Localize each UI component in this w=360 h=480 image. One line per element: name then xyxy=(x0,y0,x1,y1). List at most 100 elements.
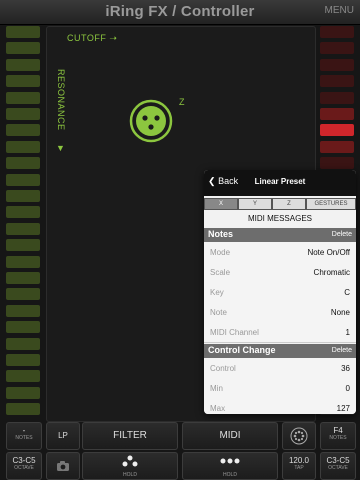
hold-left-label: HOLD xyxy=(123,472,137,478)
meter-segment xyxy=(320,140,354,153)
tab-y[interactable]: Y xyxy=(238,198,272,210)
tap-tempo-button[interactable]: 120.0 TAP xyxy=(282,452,316,480)
three-dots-icon xyxy=(220,458,240,464)
meter-segment xyxy=(6,222,40,235)
tap-value: 120.0 xyxy=(288,456,310,465)
lp-label: LP xyxy=(58,431,68,440)
row-key[interactable]: Key C xyxy=(204,282,356,303)
notes-left-label: NOTES xyxy=(15,435,33,441)
row-label: Control xyxy=(210,364,236,373)
camera-icon xyxy=(57,461,69,471)
row-value: 36 xyxy=(341,364,350,373)
meter-segment xyxy=(320,124,354,137)
popover-nav-bar: ❮ Back Linear Preset xyxy=(204,170,356,196)
notes-right-button[interactable]: F4 NOTES xyxy=(320,422,356,450)
triangle-dots-icon xyxy=(122,455,138,467)
row-value: 1 xyxy=(345,328,350,337)
hold-left-button[interactable]: HOLD xyxy=(82,452,178,480)
row-label: Mode xyxy=(210,248,231,257)
row-max[interactable]: Max 127 xyxy=(204,398,356,414)
z-label: Z xyxy=(179,97,185,107)
row-note[interactable]: Note None xyxy=(204,302,356,323)
control-change-section-title: Control Change xyxy=(208,345,276,355)
meter-segment xyxy=(320,42,354,55)
control-change-delete-button[interactable]: Delete xyxy=(332,347,352,354)
midi-messages-header: MIDI MESSAGES xyxy=(247,214,312,223)
meter-segment xyxy=(6,337,40,350)
octave-right-label: OCTAVE xyxy=(328,465,348,471)
midi-label: MIDI xyxy=(219,430,241,441)
tab-gestures[interactable]: GESTURES xyxy=(306,198,356,210)
lp-button[interactable]: LP xyxy=(46,422,80,450)
row-value: Chromatic xyxy=(313,268,350,277)
row-min[interactable]: Min 0 xyxy=(204,378,356,399)
meter-segment xyxy=(320,58,354,71)
meter-segment xyxy=(6,140,40,153)
row-value: Note On/Off xyxy=(307,248,350,257)
camera-button[interactable] xyxy=(46,452,80,480)
octave-left-value: C3-C5 xyxy=(12,456,36,465)
meter-segment xyxy=(6,108,40,120)
hold-right-button[interactable]: HOLD xyxy=(182,452,278,480)
row-value: 0 xyxy=(345,384,350,393)
preset-popover: ❮ Back Linear Preset X Y Z GESTURES MIDI… xyxy=(204,170,356,414)
meter-segment xyxy=(6,354,40,366)
arrow-right-icon: ➝ xyxy=(109,33,118,43)
octave-right-button[interactable]: C3-C5 OCTAVE xyxy=(320,452,356,480)
row-value: 127 xyxy=(336,404,350,413)
meter-segment xyxy=(6,173,40,186)
meter-segment xyxy=(320,26,354,38)
axis-tab-bar: X Y Z GESTURES xyxy=(204,198,356,210)
tab-x[interactable]: X xyxy=(204,198,238,210)
octave-left-label: OCTAVE xyxy=(14,465,34,471)
tab-z[interactable]: Z xyxy=(272,198,306,210)
control-change-section-header: Control Change Delete xyxy=(204,344,356,358)
row-midi-channel[interactable]: MIDI Channel 1 xyxy=(204,322,356,343)
x-axis-label-text: CUTOFF xyxy=(67,33,107,43)
meter-segment xyxy=(6,272,40,284)
row-scale[interactable]: Scale Chromatic xyxy=(204,262,356,283)
midi-button[interactable]: MIDI xyxy=(182,422,278,450)
notes-section-header: Notes Delete xyxy=(204,228,356,242)
row-control[interactable]: Control 36 xyxy=(204,358,356,379)
row-label: Scale xyxy=(210,268,231,277)
meter-segment xyxy=(6,288,40,301)
meter-segment xyxy=(6,403,40,416)
notes-section-title: Notes xyxy=(208,229,234,239)
meter-segment xyxy=(6,386,40,399)
top-bar: iRing FX / Controller MENU xyxy=(0,0,360,25)
meter-segment xyxy=(6,255,40,268)
row-value: None xyxy=(330,308,350,317)
meter-segment xyxy=(320,75,354,88)
row-label: Max xyxy=(210,404,226,413)
row-mode[interactable]: Mode Note On/Off xyxy=(204,242,356,263)
notes-right-value: F4 xyxy=(333,426,343,435)
meter-segment xyxy=(6,370,40,383)
notes-left-value: - xyxy=(22,426,26,435)
cursor-style-button[interactable] xyxy=(282,422,316,450)
meter-segment xyxy=(6,124,40,137)
meter-segment xyxy=(6,206,40,219)
meter-segment xyxy=(320,108,354,120)
meter-segment xyxy=(6,304,40,317)
hold-right-label: HOLD xyxy=(223,472,237,478)
bottom-control-bar: - NOTES LP FILTER MIDI F4 NOTES C3-C5 OC… xyxy=(0,422,360,480)
meter-segment xyxy=(320,157,354,170)
row-label: Min xyxy=(210,384,223,393)
notes-delete-button[interactable]: Delete xyxy=(332,231,352,238)
notes-left-button[interactable]: - NOTES xyxy=(6,422,42,450)
menu-button[interactable]: MENU xyxy=(325,5,354,16)
y-axis-label-text: RESONANCE xyxy=(56,69,66,131)
meter-segment xyxy=(6,91,40,104)
row-label: Note xyxy=(210,308,227,317)
octave-left-button[interactable]: C3-C5 OCTAVE xyxy=(6,452,42,480)
filter-button[interactable]: FILTER xyxy=(82,422,178,450)
meter-segment xyxy=(320,91,354,104)
meter-segment xyxy=(6,75,40,88)
notes-right-label: NOTES xyxy=(329,435,347,441)
row-value: C xyxy=(344,288,350,297)
xy-cursor-handle[interactable] xyxy=(129,99,173,143)
left-level-meter xyxy=(6,26,40,420)
row-label: MIDI Channel xyxy=(210,328,259,337)
meter-segment xyxy=(6,42,40,55)
